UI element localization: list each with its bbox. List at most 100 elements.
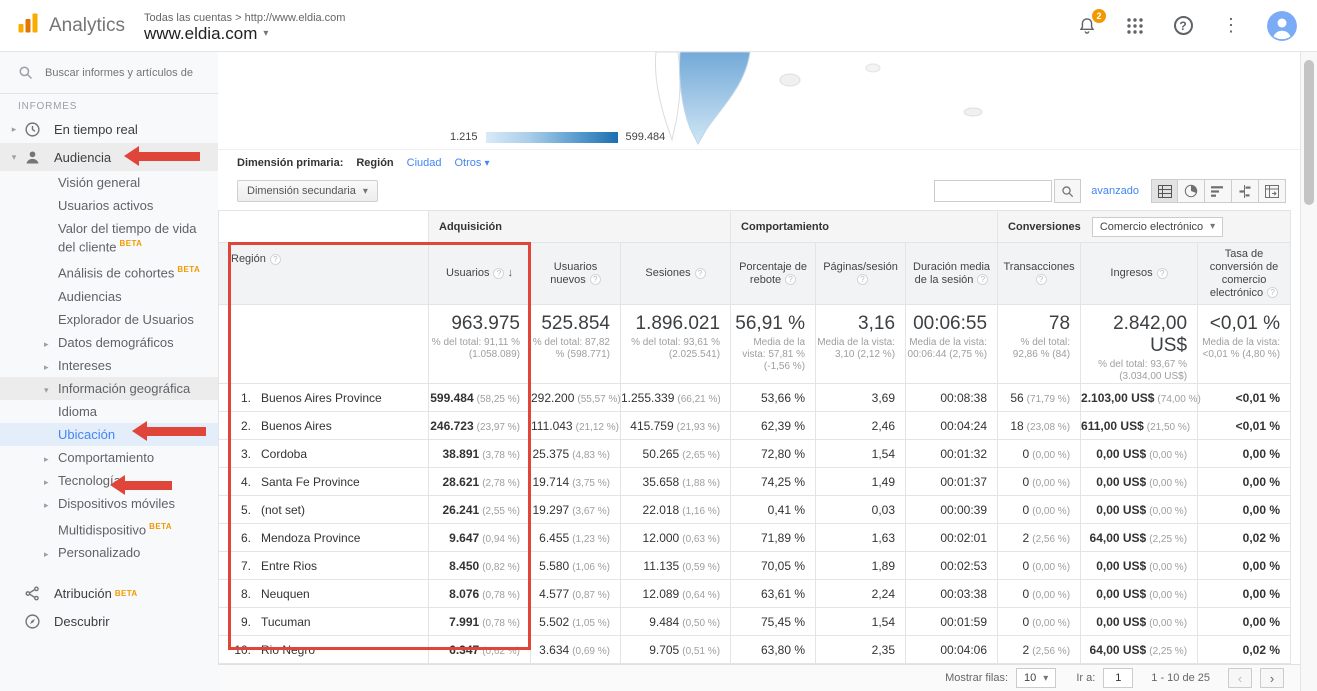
chevron-down-icon: ▾	[363, 186, 368, 197]
search-input[interactable]	[45, 67, 210, 79]
geo-map[interactable]	[218, 52, 1300, 150]
usuarios-cell: 8.076(0,78 %)	[429, 580, 531, 608]
region-link[interactable]: Tucuman	[261, 615, 311, 629]
duracion-cell: 00:08:38	[906, 384, 998, 412]
sidebar-item-atribucion[interactable]: Atribución BETA	[0, 580, 218, 608]
column-header-usuarios-nuevos[interactable]: Usuarios nuevos?	[531, 243, 621, 305]
sidebar-item-explorador-usuarios[interactable]: Explorador de Usuarios	[0, 308, 218, 331]
region-cell[interactable]: 10.Rio Negro	[219, 636, 429, 664]
help-button[interactable]: ?	[1171, 14, 1195, 38]
sidebar-item-audiencia[interactable]: ▾ Audiencia	[0, 143, 218, 171]
ecommerce-selector[interactable]: Comercio electrónico ▾	[1092, 217, 1223, 237]
view-pie-button[interactable]	[1178, 179, 1205, 203]
region-cell[interactable]: 8.Neuquen	[219, 580, 429, 608]
more-menu-button[interactable]: ⋮	[1219, 14, 1243, 38]
sidebar-item-analisis-cohortes[interactable]: Análisis de cohortesBETA	[0, 258, 218, 284]
region-link[interactable]: Mendoza Province	[261, 531, 360, 545]
duracion-cell: 00:01:37	[906, 468, 998, 496]
ingresos-cell: 64,00 US$(2,25 %)	[1081, 636, 1198, 664]
help-icon: ?	[1267, 287, 1278, 298]
sidebar-item-descubrir[interactable]: Descubrir	[0, 608, 218, 636]
column-header-ingresos[interactable]: Ingresos?	[1081, 243, 1198, 305]
sidebar-item-valor-tiempo-vida[interactable]: Valor del tiempo de vida del clienteBETA	[0, 217, 218, 258]
sidebar-item-informacion-geografica[interactable]: ▾Información geográfica	[0, 377, 218, 400]
view-performance-button[interactable]	[1205, 179, 1232, 203]
sidebar-item-usuarios-activos[interactable]: Usuarios activos	[0, 194, 218, 217]
column-header-region[interactable]: Región?	[219, 243, 429, 305]
notifications-button[interactable]: 2	[1075, 14, 1099, 38]
sesiones-cell: 50.265(2,65 %)	[621, 440, 731, 468]
view-comparison-button[interactable]	[1232, 179, 1259, 203]
table-search-button[interactable]	[1054, 179, 1081, 203]
rows-per-page-select[interactable]: 10 ▾	[1016, 668, 1056, 688]
column-header-usuarios[interactable]: Usuarios?↓	[429, 243, 531, 305]
sidebar-item-dispositivos-moviles[interactable]: ▸Dispositivos móviles	[0, 492, 218, 515]
sidebar-item-personalizado[interactable]: ▸Personalizado	[0, 541, 218, 564]
view-table-button[interactable]	[1151, 179, 1178, 203]
column-header-paginas-sesion[interactable]: Páginas/sesión?	[816, 243, 906, 305]
sidebar-item-idioma[interactable]: Idioma	[0, 400, 218, 423]
map-argentina-region[interactable]	[679, 52, 750, 144]
notification-badge: 2	[1092, 9, 1106, 23]
sidebar-search[interactable]	[0, 52, 218, 94]
region-cell[interactable]: 1.Buenos Aires Province	[219, 384, 429, 412]
table-row: 7.Entre Rios 8.450(0,82 %) 5.580(1,06 %)…	[219, 552, 1291, 580]
sidebar-item-intereses[interactable]: ▸Intereses	[0, 354, 218, 377]
region-link[interactable]: Cordoba	[261, 447, 307, 461]
column-header-sesiones[interactable]: Sesiones?	[621, 243, 731, 305]
region-link[interactable]: Neuquen	[261, 587, 310, 601]
table-search-input[interactable]	[934, 180, 1052, 202]
secondary-dimension-button[interactable]: Dimensión secundaria ▾	[237, 180, 378, 202]
map-island	[866, 64, 880, 72]
sidebar-item-tecnologia[interactable]: ▸Tecnología	[0, 469, 218, 492]
region-link[interactable]: Buenos Aires Province	[261, 391, 382, 405]
sidebar-item-audiencias[interactable]: Audiencias	[0, 285, 218, 308]
column-header-duracion[interactable]: Duración media de la sesión?	[906, 243, 998, 305]
next-page-button[interactable]: ›	[1260, 668, 1284, 688]
column-header-tasa-conversion[interactable]: Tasa de conversión de comercio electróni…	[1198, 243, 1291, 305]
region-cell[interactable]: 4.Santa Fe Province	[219, 468, 429, 496]
region-link[interactable]: Buenos Aires	[261, 419, 332, 433]
prev-page-button[interactable]: ‹	[1228, 668, 1252, 688]
region-link[interactable]: Santa Fe Province	[261, 475, 360, 489]
sidebar-item-comportamiento[interactable]: ▸Comportamiento	[0, 446, 218, 469]
region-cell[interactable]: 6.Mendoza Province	[219, 524, 429, 552]
dimension-ciudad[interactable]: Ciudad	[407, 157, 442, 169]
ingresos-cell: 0,00 US$(0,00 %)	[1081, 552, 1198, 580]
apps-grid-button[interactable]	[1123, 14, 1147, 38]
dimension-otros[interactable]: Otros ▾	[455, 157, 490, 169]
region-link[interactable]: Rio Negro	[261, 643, 315, 657]
region-cell[interactable]: 7.Entre Rios	[219, 552, 429, 580]
region-cell[interactable]: 2. Buenos Aires	[219, 412, 429, 440]
view-pivot-button[interactable]	[1259, 179, 1286, 203]
column-header-rebote[interactable]: Porcentaje de rebote?	[731, 243, 816, 305]
sidebar-item-label: Descubrir	[54, 614, 110, 629]
column-header-transacciones[interactable]: Transacciones?	[998, 243, 1081, 305]
scrollbar-thumb[interactable]	[1304, 60, 1314, 205]
vertical-scrollbar[interactable]	[1300, 52, 1317, 691]
legend-gradient-bar	[486, 132, 618, 143]
tasa-cell: 0,02 %	[1198, 636, 1291, 664]
region-cell[interactable]: 5.(not set)	[219, 496, 429, 524]
table-row: 1.Buenos Aires Province 599.484(58,25 %)…	[219, 384, 1291, 412]
sidebar-item-en-tiempo-real[interactable]: ▸ En tiempo real	[0, 115, 218, 143]
usuarios-nuevos-cell: 111.043(21,12 %)	[531, 412, 621, 440]
sidebar-item-ubicacion[interactable]: Ubicación	[0, 423, 218, 446]
account-selector[interactable]: www.eldia.com ▾	[144, 26, 345, 41]
row-rank: 2.	[231, 419, 251, 433]
goto-page-input[interactable]	[1103, 668, 1133, 688]
chevron-right-icon: ▸	[44, 547, 49, 562]
region-link[interactable]: Entre Rios	[261, 559, 317, 573]
sidebar-item-multidispositivo[interactable]: MultidispositivoBETA	[0, 515, 218, 541]
ingresos-cell: 611,00 US$(21,50 %)	[1081, 412, 1198, 440]
advanced-filter-link[interactable]: avanzado	[1091, 185, 1139, 197]
totals-region-cell	[219, 305, 429, 384]
sidebar-item-vision-general[interactable]: Visión general	[0, 171, 218, 194]
region-link[interactable]: (not set)	[261, 503, 305, 517]
region-cell[interactable]: 3.Cordoba	[219, 440, 429, 468]
avatar[interactable]	[1267, 11, 1297, 41]
totals-usuarios: 963.975% del total: 91,11 % (1.058.089)	[429, 305, 531, 384]
dimension-region[interactable]: Región	[356, 157, 393, 169]
region-cell[interactable]: 9.Tucuman	[219, 608, 429, 636]
sidebar-item-datos-demograficos[interactable]: ▸Datos demográficos	[0, 331, 218, 354]
